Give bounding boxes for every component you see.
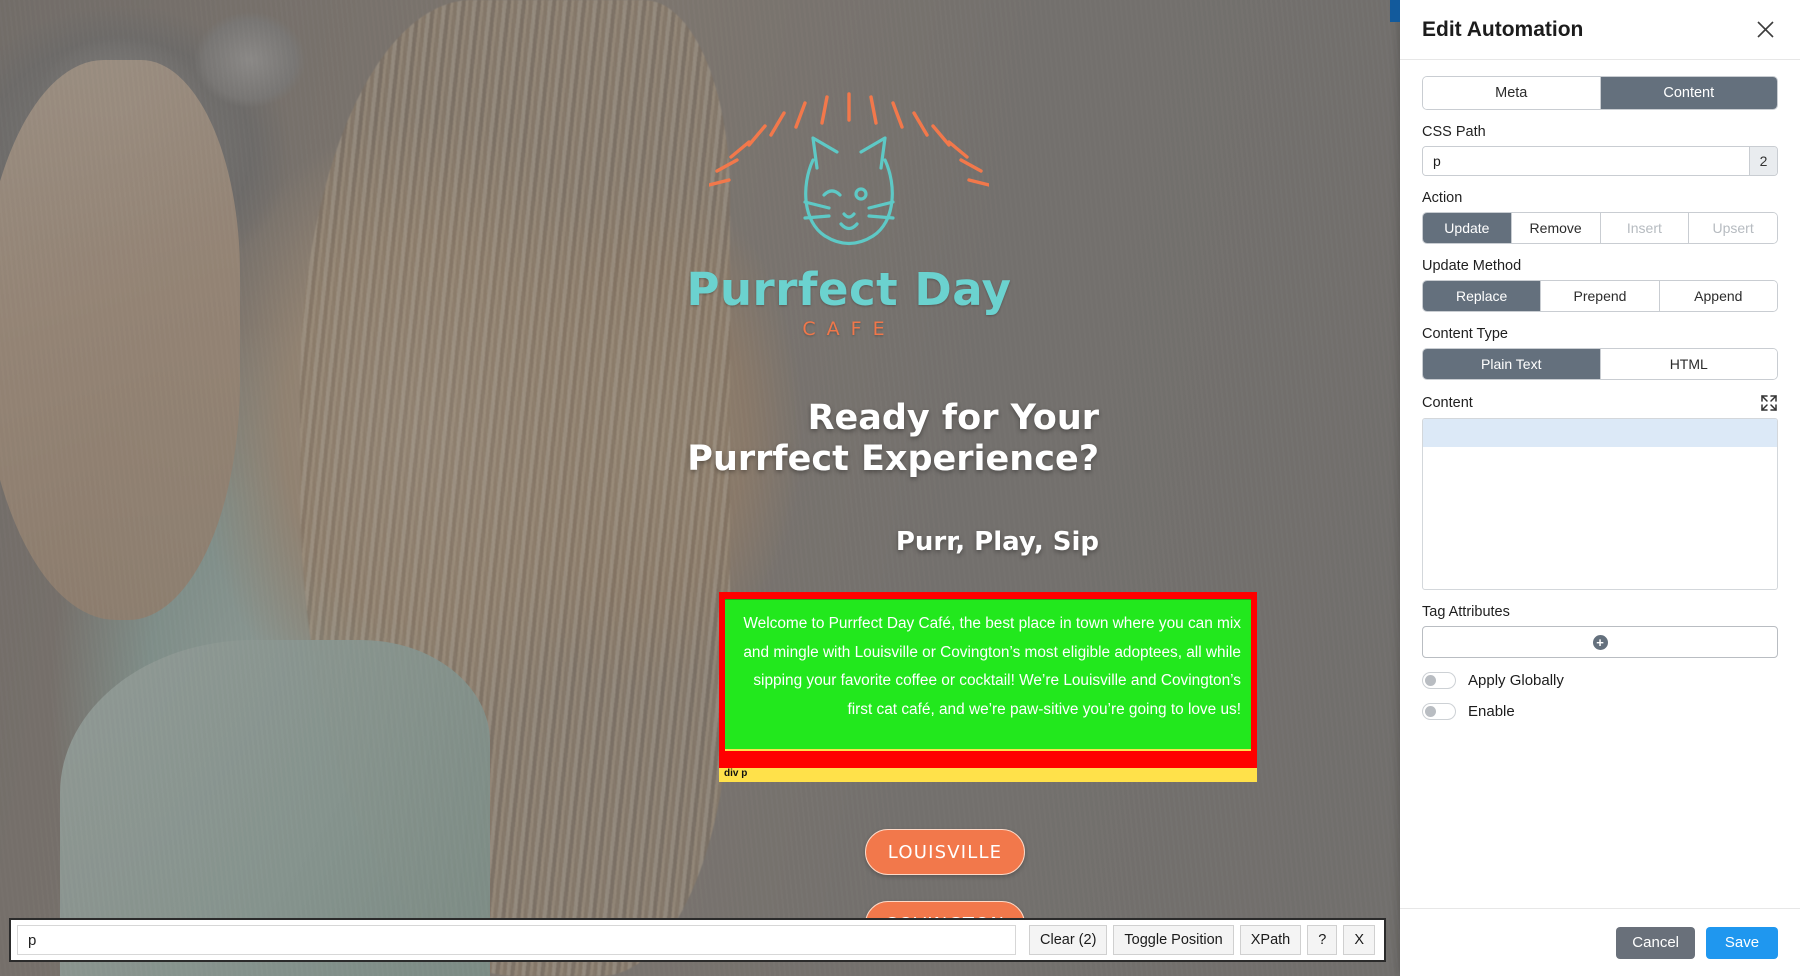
- panel-header: Edit Automation: [1400, 0, 1800, 60]
- save-button[interactable]: Save: [1706, 926, 1778, 959]
- action-segmented-control[interactable]: Update Remove Insert Upsert: [1422, 212, 1778, 244]
- close-icon-glyph: [1756, 21, 1774, 38]
- selected-element-tag-bar: [719, 768, 1257, 782]
- tab-content[interactable]: Content: [1600, 77, 1777, 109]
- logo-sub-wordmark: CAFE: [802, 318, 896, 340]
- clear-button[interactable]: Clear (2): [1029, 925, 1108, 955]
- xpath-button[interactable]: XPath: [1239, 925, 1302, 955]
- content-type-label: Content Type: [1422, 326, 1508, 342]
- hero-content-column: Purrfect Day CAFE Ready for Your Purrfec…: [599, 0, 1099, 976]
- tag-attributes-label: Tag Attributes: [1422, 604, 1510, 620]
- toggle-position-button[interactable]: Toggle Position: [1113, 925, 1234, 955]
- update-method-option-append[interactable]: Append: [1659, 281, 1777, 311]
- action-option-remove[interactable]: Remove: [1511, 213, 1601, 243]
- content-header: Content: [1422, 394, 1778, 412]
- action-option-upsert: Upsert: [1689, 213, 1777, 243]
- update-method-segmented-control[interactable]: Replace Prepend Append: [1422, 280, 1778, 312]
- expand-icon-glyph: [1761, 395, 1777, 411]
- add-tag-attribute-button[interactable]: +: [1422, 626, 1778, 658]
- cta-button-louisville[interactable]: LOUISVILLE: [865, 829, 1025, 875]
- help-button[interactable]: ?: [1307, 925, 1338, 955]
- css-path-match-count: 2: [1749, 147, 1777, 175]
- apply-globally-row[interactable]: Apply Globally: [1422, 672, 1778, 689]
- selector-input[interactable]: [17, 925, 1016, 955]
- apply-globally-toggle[interactable]: [1422, 672, 1456, 689]
- content-type-option-plain-text[interactable]: Plain Text: [1423, 349, 1601, 379]
- panel-drag-handle[interactable]: [1390, 0, 1400, 22]
- update-method-option-replace[interactable]: Replace: [1423, 281, 1542, 311]
- edit-automation-panel[interactable]: Edit Automation Meta Content CSS Path 2 …: [1390, 0, 1800, 976]
- panel-title: Edit Automation: [1422, 17, 1584, 41]
- site-logo[interactable]: Purrfect Day CAFE: [599, 90, 1099, 350]
- enable-row[interactable]: Enable: [1422, 703, 1778, 720]
- selector-toolbar[interactable]: Clear (2) Toggle Position XPath ? X: [9, 918, 1386, 962]
- content-type-segmented-control[interactable]: Plain Text HTML: [1422, 348, 1778, 380]
- expand-icon[interactable]: [1760, 394, 1778, 412]
- action-label: Action: [1422, 190, 1463, 206]
- content-textarea[interactable]: [1423, 419, 1777, 589]
- content-label: Content: [1422, 395, 1473, 411]
- action-option-insert: Insert: [1600, 213, 1690, 243]
- css-path-row[interactable]: 2: [1422, 146, 1778, 176]
- cancel-button[interactable]: Cancel: [1616, 926, 1695, 959]
- tab-meta[interactable]: Meta: [1423, 77, 1601, 109]
- cat-face-sunburst-logo-icon: [709, 92, 989, 246]
- action-option-update[interactable]: Update: [1423, 213, 1512, 243]
- content-editor[interactable]: [1422, 418, 1778, 590]
- update-method-label: Update Method: [1422, 258, 1522, 274]
- hero-heading: Ready for Your Purrfect Experience?: [687, 398, 1099, 480]
- selected-paragraph-text: Welcome to Purrfect Day Café, the best p…: [725, 599, 1251, 751]
- logo-wordmark: Purrfect Day: [686, 263, 1012, 316]
- website-preview[interactable]: Purrfect Day CAFE Ready for Your Purrfec…: [0, 0, 1405, 976]
- hero-subheading: Purr, Play, Sip: [895, 527, 1099, 557]
- panel-body: Meta Content CSS Path 2 Action Update Re…: [1400, 60, 1800, 908]
- apply-globally-label: Apply Globally: [1468, 672, 1564, 689]
- css-path-input[interactable]: [1423, 147, 1749, 175]
- close-icon[interactable]: [1752, 17, 1778, 43]
- enable-label: Enable: [1468, 703, 1515, 720]
- enable-toggle[interactable]: [1422, 703, 1456, 720]
- selected-element-highlight[interactable]: Welcome to Purrfect Day Café, the best p…: [719, 592, 1257, 781]
- plus-icon: +: [1592, 634, 1608, 650]
- close-button[interactable]: X: [1343, 925, 1375, 955]
- content-type-option-html[interactable]: HTML: [1600, 349, 1777, 379]
- css-path-label: CSS Path: [1422, 124, 1486, 140]
- selected-element-tag-label: div p: [724, 768, 748, 779]
- panel-footer: Cancel Save: [1400, 908, 1800, 976]
- panel-tabs[interactable]: Meta Content: [1422, 76, 1778, 110]
- update-method-option-prepend[interactable]: Prepend: [1541, 281, 1660, 311]
